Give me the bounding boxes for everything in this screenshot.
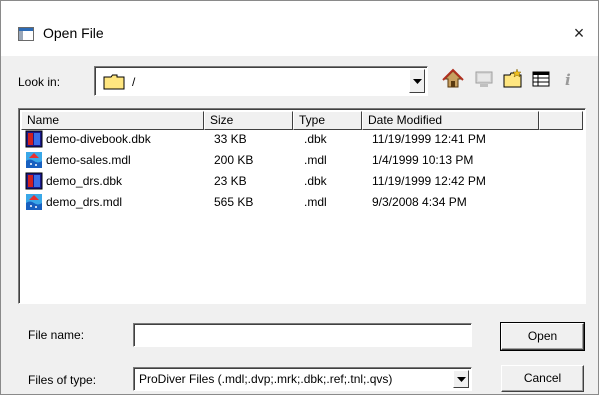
file-date-modified: 9/3/2008 4:34 PM [372, 195, 467, 209]
title-bar[interactable]: Open File × [1, 1, 598, 56]
file-type: .dbk [304, 132, 327, 146]
file-list-header: Name Size Type Date Modified [21, 111, 583, 130]
svg-text:i: i [565, 71, 571, 89]
close-icon[interactable]: × [567, 21, 591, 45]
file-size: 200 KB [214, 153, 254, 167]
info-icon[interactable]: i [557, 68, 579, 90]
cancel-button[interactable]: Cancel [501, 365, 584, 392]
look-in-dropdown[interactable]: / [94, 66, 428, 96]
model-icon [26, 152, 42, 168]
file-row[interactable]: demo-divebook.dbk 33 KB .dbk 11/19/1999 … [21, 130, 583, 150]
column-header-name[interactable]: Name [21, 111, 204, 130]
column-header-date-modified[interactable]: Date Modified [362, 111, 539, 130]
file-name: demo_drs.dbk [46, 174, 123, 188]
file-list[interactable]: Name Size Type Date Modified demo-divebo… [18, 108, 586, 304]
files-of-type-value: ProDiver Files (.mdl;.dvp;.mrk;.dbk;.ref… [139, 372, 393, 386]
look-in-dropdown-button[interactable] [409, 69, 425, 93]
chevron-down-icon [413, 79, 422, 84]
file-name: demo_drs.mdl [46, 195, 123, 209]
file-size: 23 KB [214, 174, 247, 188]
file-size: 33 KB [214, 132, 247, 146]
up-folder-icon[interactable] [442, 68, 464, 90]
file-name-label: File name: [28, 328, 85, 342]
file-name-input[interactable] [133, 323, 472, 347]
model-icon [26, 194, 42, 210]
folder-icon [103, 74, 125, 90]
details-view-icon[interactable] [530, 68, 552, 90]
file-type: .mdl [304, 195, 327, 209]
look-in-value: / [132, 75, 136, 89]
file-type: .dbk [304, 174, 327, 188]
column-header-filler [539, 111, 583, 130]
file-date-modified: 11/19/1999 12:42 PM [372, 174, 486, 188]
open-button[interactable]: Open [500, 322, 585, 351]
files-of-type-dropdown[interactable]: ProDiver Files (.mdl;.dvp;.mrk;.dbk;.ref… [133, 367, 472, 391]
divebook-icon [25, 130, 43, 148]
file-date-modified: 1/4/1999 10:13 PM [372, 153, 474, 167]
look-in-label: Look in: [18, 75, 61, 89]
divebook-icon [25, 172, 43, 190]
files-of-type-dropdown-button[interactable] [453, 370, 469, 388]
column-header-type[interactable]: Type [293, 111, 362, 130]
window-app-icon [18, 27, 34, 41]
chevron-down-icon [457, 377, 466, 382]
window-title: Open File [43, 25, 104, 41]
file-row[interactable]: demo_drs.dbk 23 KB .dbk 11/19/1999 12:42… [21, 172, 583, 192]
file-row[interactable]: demo-sales.mdl 200 KB .mdl 1/4/1999 10:1… [21, 151, 583, 171]
file-row[interactable]: demo_drs.mdl 565 KB .mdl 9/3/2008 4:34 P… [21, 193, 583, 213]
new-folder-icon[interactable] [502, 68, 524, 90]
file-name: demo-divebook.dbk [46, 132, 151, 146]
desktop-icon[interactable] [473, 68, 495, 90]
column-header-size[interactable]: Size [204, 111, 293, 130]
file-size: 565 KB [214, 195, 254, 209]
open-file-dialog: Open File × Look in: / i Name Size Type … [0, 0, 599, 395]
file-date-modified: 11/19/1999 12:41 PM [372, 132, 486, 146]
file-name: demo-sales.mdl [46, 153, 131, 167]
files-of-type-label: Files of type: [28, 373, 97, 387]
file-type: .mdl [304, 153, 327, 167]
